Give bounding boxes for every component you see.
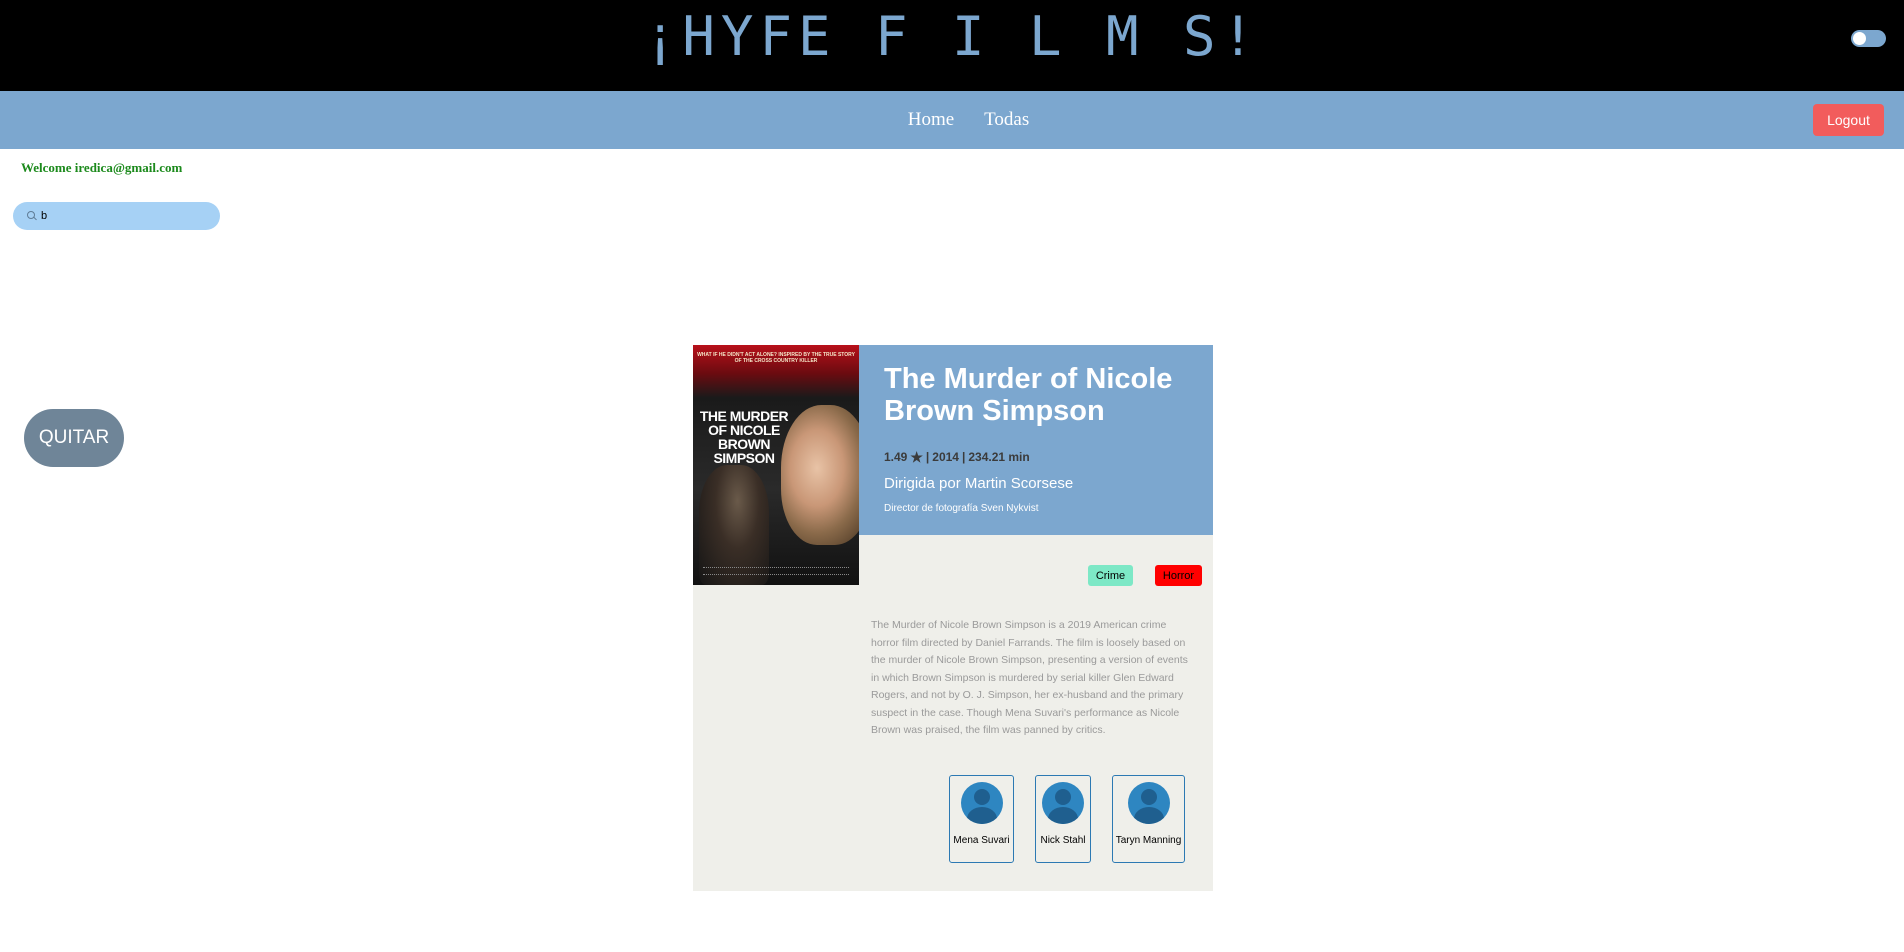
toggle-knob (1853, 32, 1866, 45)
cast-card[interactable]: Taryn Manning (1112, 775, 1185, 863)
welcome-message: Welcome iredica@gmail.com (21, 160, 183, 175)
poster-credits (703, 567, 849, 575)
film-card: WHAT IF HE DIDN'T ACT ALONE? INSPIRED BY… (693, 345, 1213, 891)
cast-card[interactable]: Nick Stahl (1035, 775, 1091, 863)
cast-card[interactable]: Mena Suvari (949, 775, 1014, 863)
film-synopsis: The Murder of Nicole Brown Simpson is a … (871, 619, 1188, 736)
search-icon (27, 211, 37, 221)
user-avatar-icon (1042, 782, 1084, 824)
genre-badge-horror[interactable]: Horror (1155, 565, 1202, 586)
user-avatar-icon (1127, 782, 1170, 824)
poster-title: THE MURDER OF NICOLE BROWN SIMPSON (699, 408, 789, 466)
star-icon: ★ (910, 449, 923, 465)
quitar-button[interactable]: QUITAR (24, 409, 124, 467)
poster-tagline: WHAT IF HE DIDN'T ACT ALONE? INSPIRED BY… (697, 352, 855, 364)
nav-bar: Home Todas Logout (0, 91, 1904, 149)
search-input[interactable] (41, 210, 211, 222)
nav-todas-link[interactable]: Todas (984, 109, 1029, 131)
cast-name: Nick Stahl (1040, 835, 1086, 846)
film-poster[interactable]: WHAT IF HE DIDN'T ACT ALONE? INSPIRED BY… (693, 345, 859, 585)
search-bar[interactable] (13, 202, 220, 230)
theme-toggle[interactable] (1851, 30, 1886, 47)
meta-separator: | (925, 450, 930, 464)
film-director: Dirigida por Martin Scorsese (884, 475, 1074, 492)
site-logo[interactable]: ¡HYFE F I L M S! (0, 6, 1904, 68)
nav-links: Home Todas (0, 91, 1904, 149)
film-title: The Murder of Nicole Brown Simpson (884, 363, 1173, 427)
genre-badge-crime[interactable]: Crime (1088, 565, 1133, 586)
film-header: The Murder of Nicole Brown Simpson 1.49 … (859, 345, 1213, 535)
film-rating: 1.49 (884, 450, 908, 464)
poster-woman-face (781, 405, 859, 545)
film-meta: 1.49 ★ | 2014 | 234.21 min (884, 450, 1030, 464)
cast-name: Taryn Manning (1115, 835, 1182, 846)
top-bar: ¡HYFE F I L M S! (0, 0, 1904, 91)
cast-name: Mena Suvari (953, 835, 1010, 846)
meta-separator: | (961, 450, 966, 464)
user-avatar-icon (960, 782, 1003, 824)
logout-button[interactable]: Logout (1813, 104, 1884, 136)
film-cinematographer: Director de fotografía Sven Nykvist (884, 503, 1039, 514)
film-duration: 234.21 min (968, 450, 1030, 464)
film-year: 2014 (932, 450, 959, 464)
nav-home-link[interactable]: Home (908, 109, 954, 131)
